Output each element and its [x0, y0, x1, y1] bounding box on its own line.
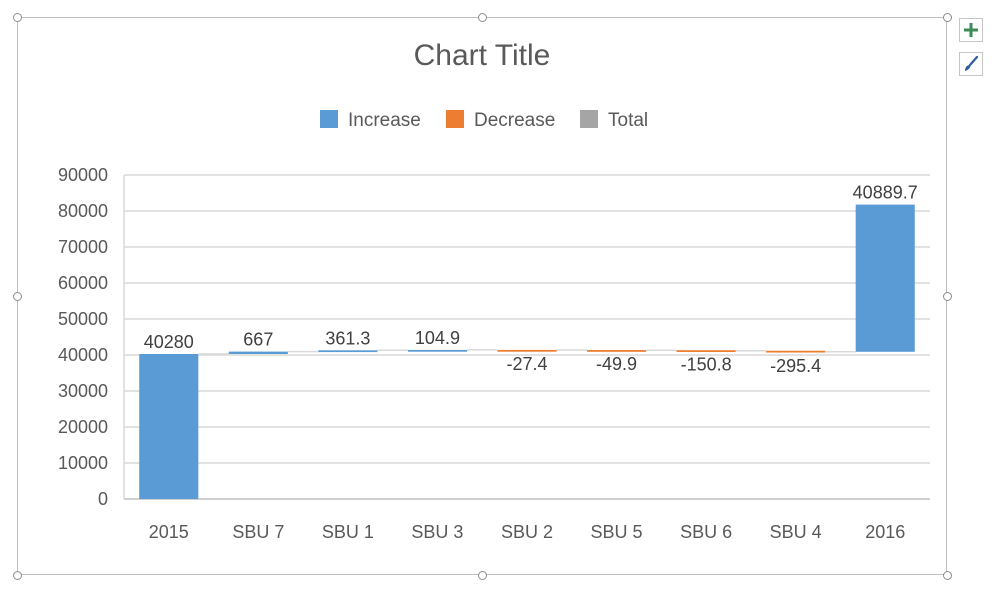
bar-sbu-5[interactable]: [587, 350, 647, 352]
x-tick-label: 2016: [865, 522, 905, 542]
x-tick-label: SBU 3: [411, 522, 463, 542]
y-axis[interactable]: 0 10000 20000 30000 40000 50000 60000 70000 8000…: [58, 165, 108, 509]
y-tick-label: 0: [98, 489, 108, 509]
y-tick-label: 70000: [58, 237, 108, 257]
bar-sbu-1[interactable]: [318, 350, 378, 353]
chart-title[interactable]: Chart Title: [414, 39, 551, 72]
data-label[interactable]: -150.8: [681, 355, 732, 375]
x-tick-label: 2015: [149, 522, 189, 542]
y-tick-label: 40000: [58, 345, 108, 365]
data-label[interactable]: -295.4: [770, 356, 821, 376]
y-tick-label: 80000: [58, 201, 108, 221]
bar-sbu-7[interactable]: [228, 351, 288, 354]
x-tick-label: SBU 7: [232, 522, 284, 542]
data-label[interactable]: -27.4: [506, 354, 547, 374]
data-label[interactable]: 40889.7: [853, 183, 918, 203]
legend-swatch-total: [580, 110, 598, 128]
x-tick-label: SBU 5: [591, 522, 643, 542]
data-label[interactable]: 667: [243, 330, 273, 350]
legend-swatch-decrease: [446, 110, 464, 128]
bar-sbu-2[interactable]: [497, 349, 557, 352]
legend-label-increase: Increase: [348, 110, 421, 131]
y-tick-label: 50000: [58, 309, 108, 329]
data-label[interactable]: 104.9: [415, 328, 460, 348]
y-tick-label: 60000: [58, 273, 108, 293]
y-tick-label: 20000: [58, 417, 108, 437]
y-tick-label: 10000: [58, 453, 108, 473]
legend-label-decrease: Decrease: [474, 110, 555, 131]
chart-svg: Chart Title Increase Decrease Total 0 10000…: [58, 39, 930, 542]
x-tick-label: SBU 6: [680, 522, 732, 542]
x-tick-label: SBU 4: [770, 522, 822, 542]
legend-label-total: Total: [608, 110, 648, 131]
data-label[interactable]: -49.9: [596, 354, 637, 374]
data-label[interactable]: 361.3: [325, 328, 370, 348]
plot-area[interactable]: [139, 204, 915, 499]
bar-sbu-3[interactable]: [407, 349, 467, 352]
bar-sbu-6[interactable]: [676, 350, 736, 352]
y-tick-label: 90000: [58, 165, 108, 185]
x-axis[interactable]: 2015 SBU 7 SBU 1 SBU 3 SBU 2 SBU 5 SBU 6 SBU 4 2…: [149, 522, 905, 542]
bar-2016[interactable]: [855, 204, 915, 352]
data-label[interactable]: 40280: [144, 332, 194, 352]
x-tick-label: SBU 1: [322, 522, 374, 542]
y-tick-label: 30000: [58, 381, 108, 401]
bar-sbu-4[interactable]: [766, 350, 826, 353]
legend[interactable]: Increase Decrease Total: [320, 110, 648, 131]
x-tick-label: SBU 2: [501, 522, 553, 542]
bar-2015[interactable]: [139, 353, 199, 499]
legend-swatch-increase: [320, 110, 338, 128]
